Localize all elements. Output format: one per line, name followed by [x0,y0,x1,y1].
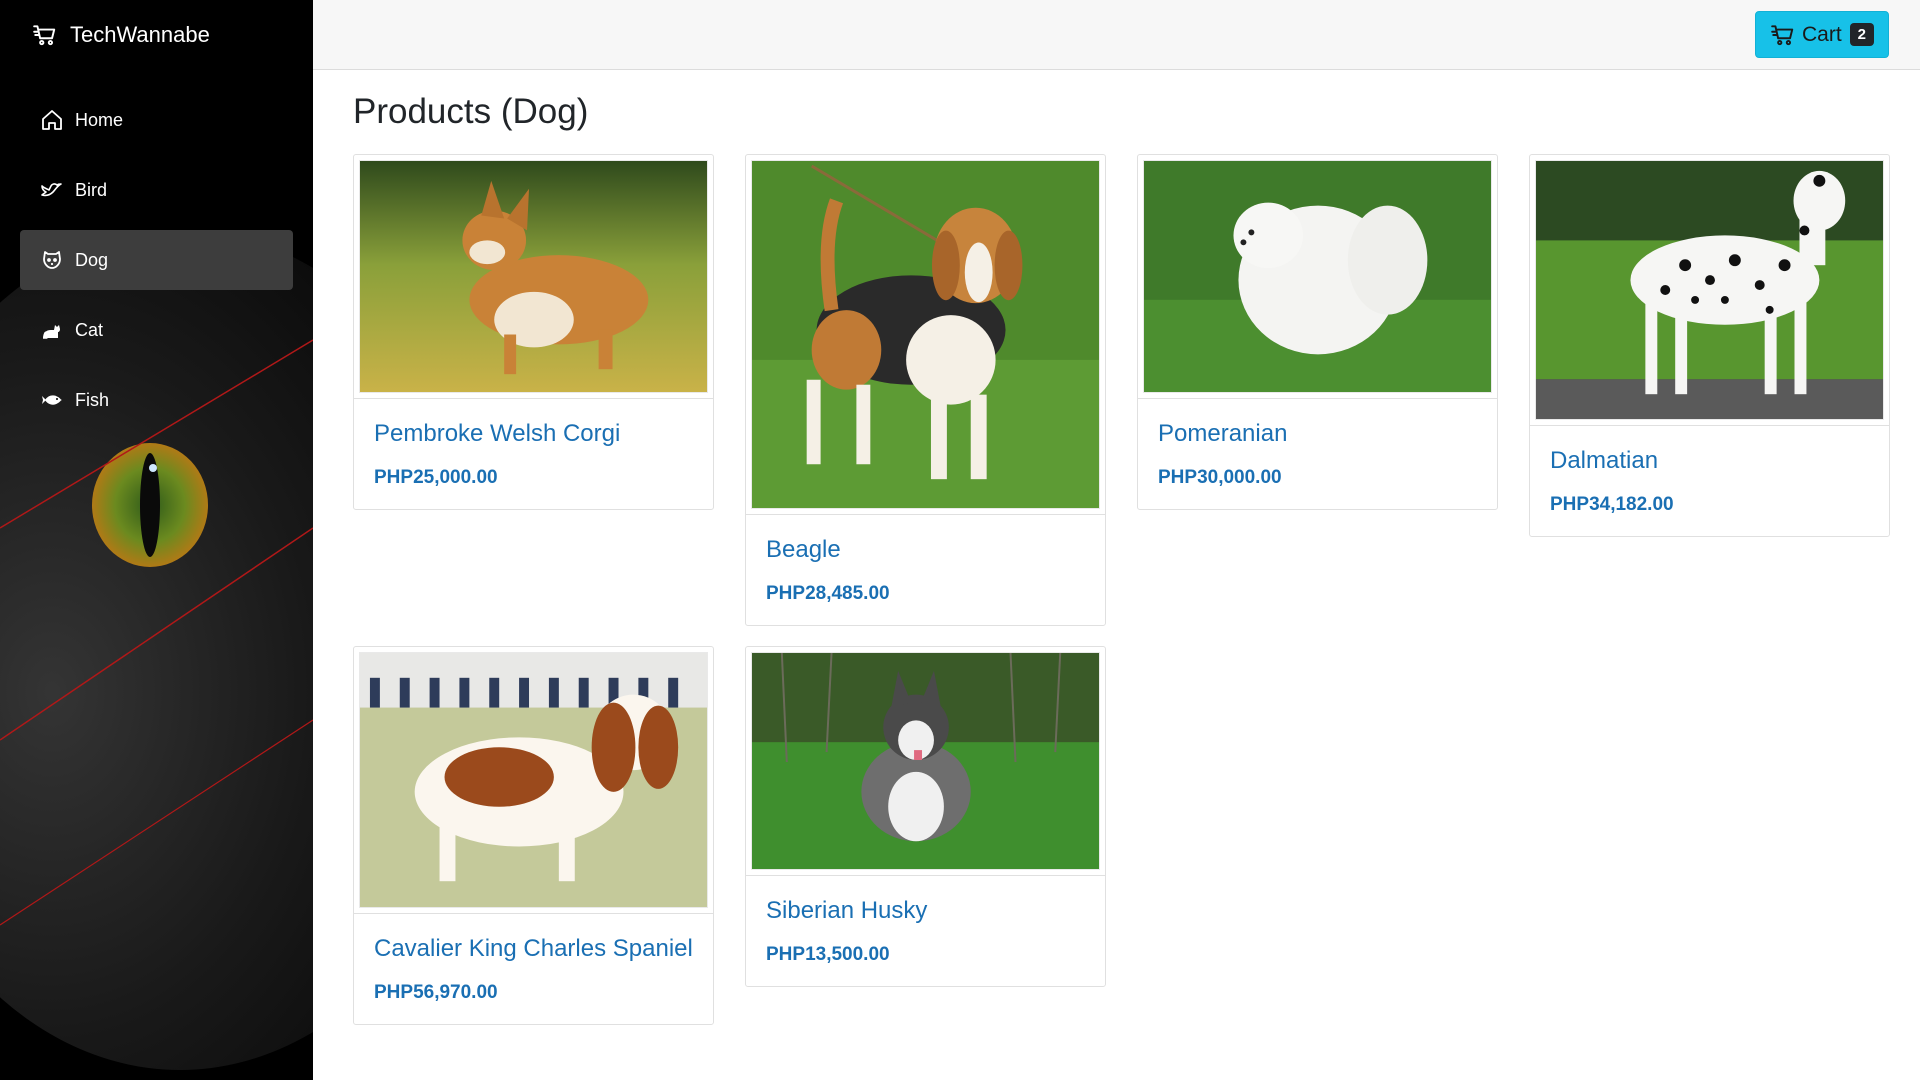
sidebar: TechWannabe Home Bird Dog Cat Fish [0,0,313,1080]
product-price: PHP34,182.00 [1550,494,1674,515]
dalmatian-photo[interactable] [1535,160,1884,420]
cart-label: Cart [1801,22,1842,46]
sidebar-item-label: Bird [75,179,108,200]
product-card: Cavalier King Charles Spaniel PHP56,970.… [353,646,714,1025]
product-name-link[interactable]: Beagle [766,535,1085,565]
product-name-link[interactable]: Pomeranian [1158,419,1477,449]
sidebar-item-label: Fish [75,389,110,410]
product-card: Siberian Husky PHP13,500.00 [745,646,1106,987]
product-name-link[interactable]: Siberian Husky [766,896,1085,926]
page-title: Products (Dog) [353,92,589,131]
beagle-photo[interactable] [751,160,1100,509]
brand[interactable]: TechWannabe [32,22,210,48]
product-card: Pomeranian PHP30,000.00 [1137,154,1498,510]
sidebar-nav: Home Bird Dog Cat Fish [20,90,293,440]
topbar: Cart 2 [313,0,1920,70]
product-price: PHP28,485.00 [766,583,890,604]
sidebar-item-home[interactable]: Home [20,90,293,150]
product-price: PHP25,000.00 [374,467,498,488]
cavalier-photo[interactable] [359,652,708,908]
product-name-link[interactable]: Cavalier King Charles Spaniel [374,934,693,964]
bird-icon [40,178,64,202]
brand-name: TechWannabe [70,22,210,47]
sidebar-item-bird[interactable]: Bird [20,160,293,220]
product-price: PHP13,500.00 [766,944,890,965]
home-icon [40,108,64,132]
product-price: PHP30,000.00 [1158,467,1282,488]
cart-button[interactable]: Cart 2 [1755,11,1889,58]
corgi-photo[interactable] [359,160,708,393]
pomeranian-photo[interactable] [1143,160,1492,393]
sidebar-item-label: Home [75,109,124,130]
product-name-link[interactable]: Dalmatian [1550,446,1869,476]
cart-count-badge: 2 [1849,23,1875,46]
product-price: PHP56,970.00 [374,982,498,1003]
product-card: Pembroke Welsh Corgi PHP25,000.00 [353,154,714,510]
husky-photo[interactable] [751,652,1100,870]
product-card: Beagle PHP28,485.00 [745,154,1106,626]
sidebar-item-label: Cat [75,319,104,340]
cart-icon [1770,22,1796,48]
fish-icon [40,388,64,412]
dog-icon [40,248,64,272]
sidebar-item-fish[interactable]: Fish [20,370,293,430]
product-name-link[interactable]: Pembroke Welsh Corgi [374,419,693,449]
sidebar-item-cat[interactable]: Cat [20,300,293,360]
sidebar-item-label: Dog [75,249,109,270]
product-card: Dalmatian PHP34,182.00 [1529,154,1890,537]
sidebar-item-dog[interactable]: Dog [20,230,293,290]
cart-icon [32,22,58,48]
cat-icon [40,318,64,342]
